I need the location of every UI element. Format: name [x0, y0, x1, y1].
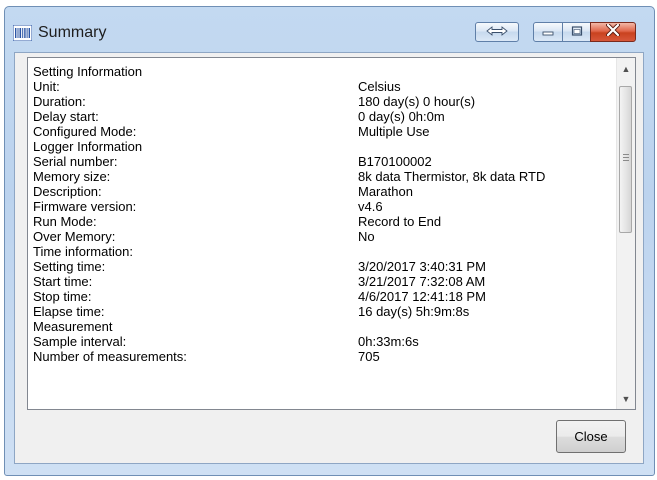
field-value: 0 day(s) 0h:0m: [358, 109, 445, 124]
scroll-up-arrow-icon[interactable]: ▲: [617, 60, 635, 77]
field-value: Multiple Use: [358, 124, 430, 139]
vertical-scrollbar[interactable]: ▲ ▼: [616, 58, 635, 409]
window-close-button[interactable]: [590, 22, 636, 42]
summary-row: Description: Marathon: [33, 184, 613, 199]
summary-row: Configured Mode: Multiple Use: [33, 124, 613, 139]
field-value: v4.6: [358, 199, 383, 214]
section-title: Time information:: [33, 244, 133, 259]
field-value: 16 day(s) 5h:9m:8s: [358, 304, 470, 319]
section-heading: Setting Information: [33, 64, 613, 79]
field-label: Configured Mode:: [33, 124, 137, 139]
summary-row: Unit: Celsius: [33, 79, 613, 94]
summary-row: Stop time: 4/6/2017 12:41:18 PM: [33, 289, 613, 304]
summary-textbox[interactable]: Setting Information Unit: Celsius Duration:…: [27, 57, 636, 410]
section-title: Setting Information: [33, 64, 143, 79]
field-label: Unit:: [33, 79, 60, 94]
resize-button[interactable]: [475, 22, 519, 42]
field-label: Number of measurements:: [33, 349, 187, 364]
field-label: Setting time:: [33, 259, 106, 274]
minimize-icon: [542, 23, 554, 41]
summary-row: Firmware version: v4.6: [33, 199, 613, 214]
section-heading: Logger Information: [33, 139, 613, 154]
summary-row: Delay start: 0 day(s) 0h:0m: [33, 109, 613, 124]
summary-lines: Setting Information Unit: Celsius Duration:…: [33, 64, 613, 364]
summary-row: Over Memory: No: [33, 229, 613, 244]
field-value: Celsius: [358, 79, 401, 94]
summary-row: Setting time: 3/20/2017 3:40:31 PM: [33, 259, 613, 274]
field-value: B170100002: [358, 154, 432, 169]
field-label: Description:: [33, 184, 102, 199]
barcode-logger-icon: [12, 24, 33, 42]
field-value: No: [358, 229, 375, 244]
field-label: Start time:: [33, 274, 93, 289]
summary-row: Number of measurements: 705: [33, 349, 613, 364]
minimize-button[interactable]: [533, 22, 563, 42]
horizontal-resize-icon: [486, 23, 508, 41]
title-bar[interactable]: Summary: [5, 7, 654, 51]
scroll-thumb[interactable]: [619, 86, 632, 233]
field-value: 8k data Thermistor, 8k data RTD: [358, 169, 546, 184]
field-value: Marathon: [358, 184, 413, 199]
field-value: 3/20/2017 3:40:31 PM: [358, 259, 486, 274]
field-label: Duration:: [33, 94, 86, 109]
section-title: Logger Information: [33, 139, 143, 154]
field-label: Delay start:: [33, 109, 99, 124]
field-label: Over Memory:: [33, 229, 116, 244]
field-label: Serial number:: [33, 154, 118, 169]
field-label: Firmware version:: [33, 199, 137, 214]
field-value: 0h:33m:6s: [358, 334, 419, 349]
field-label: Memory size:: [33, 169, 111, 184]
summary-row: Run Mode: Record to End: [33, 214, 613, 229]
field-label: Run Mode:: [33, 214, 97, 229]
section-heading: Measurement: [33, 319, 613, 334]
summary-row: Memory size: 8k data Thermistor, 8k data …: [33, 169, 613, 184]
summary-row: Elapse time: 16 day(s) 5h:9m:8s: [33, 304, 613, 319]
field-label: Sample interval:: [33, 334, 127, 349]
summary-row: Sample interval: 0h:33m:6s: [33, 334, 613, 349]
field-value: Record to End: [358, 214, 442, 229]
field-value: 705: [358, 349, 380, 364]
summary-row: Duration: 180 day(s) 0 hour(s): [33, 94, 613, 109]
summary-row: Start time: 3/21/2017 7:32:08 AM: [33, 274, 613, 289]
maximize-button[interactable]: [562, 22, 591, 42]
field-value: 4/6/2017 12:41:18 PM: [358, 289, 486, 304]
close-icon: [606, 23, 620, 41]
section-heading: Time information:: [33, 244, 613, 259]
field-value: 3/21/2017 7:32:08 AM: [358, 274, 486, 289]
close-button[interactable]: Close: [556, 420, 626, 453]
scroll-down-arrow-icon[interactable]: ▼: [617, 390, 635, 407]
summary-row: Serial number: B170100002: [33, 154, 613, 169]
grip-icon: [623, 154, 629, 163]
window-title: Summary: [38, 24, 107, 41]
field-label: Elapse time:: [33, 304, 105, 319]
field-label: Stop time:: [33, 289, 92, 304]
maximize-icon: [571, 23, 583, 41]
section-title: Measurement: [33, 319, 113, 334]
field-value: 180 day(s) 0 hour(s): [358, 94, 476, 109]
